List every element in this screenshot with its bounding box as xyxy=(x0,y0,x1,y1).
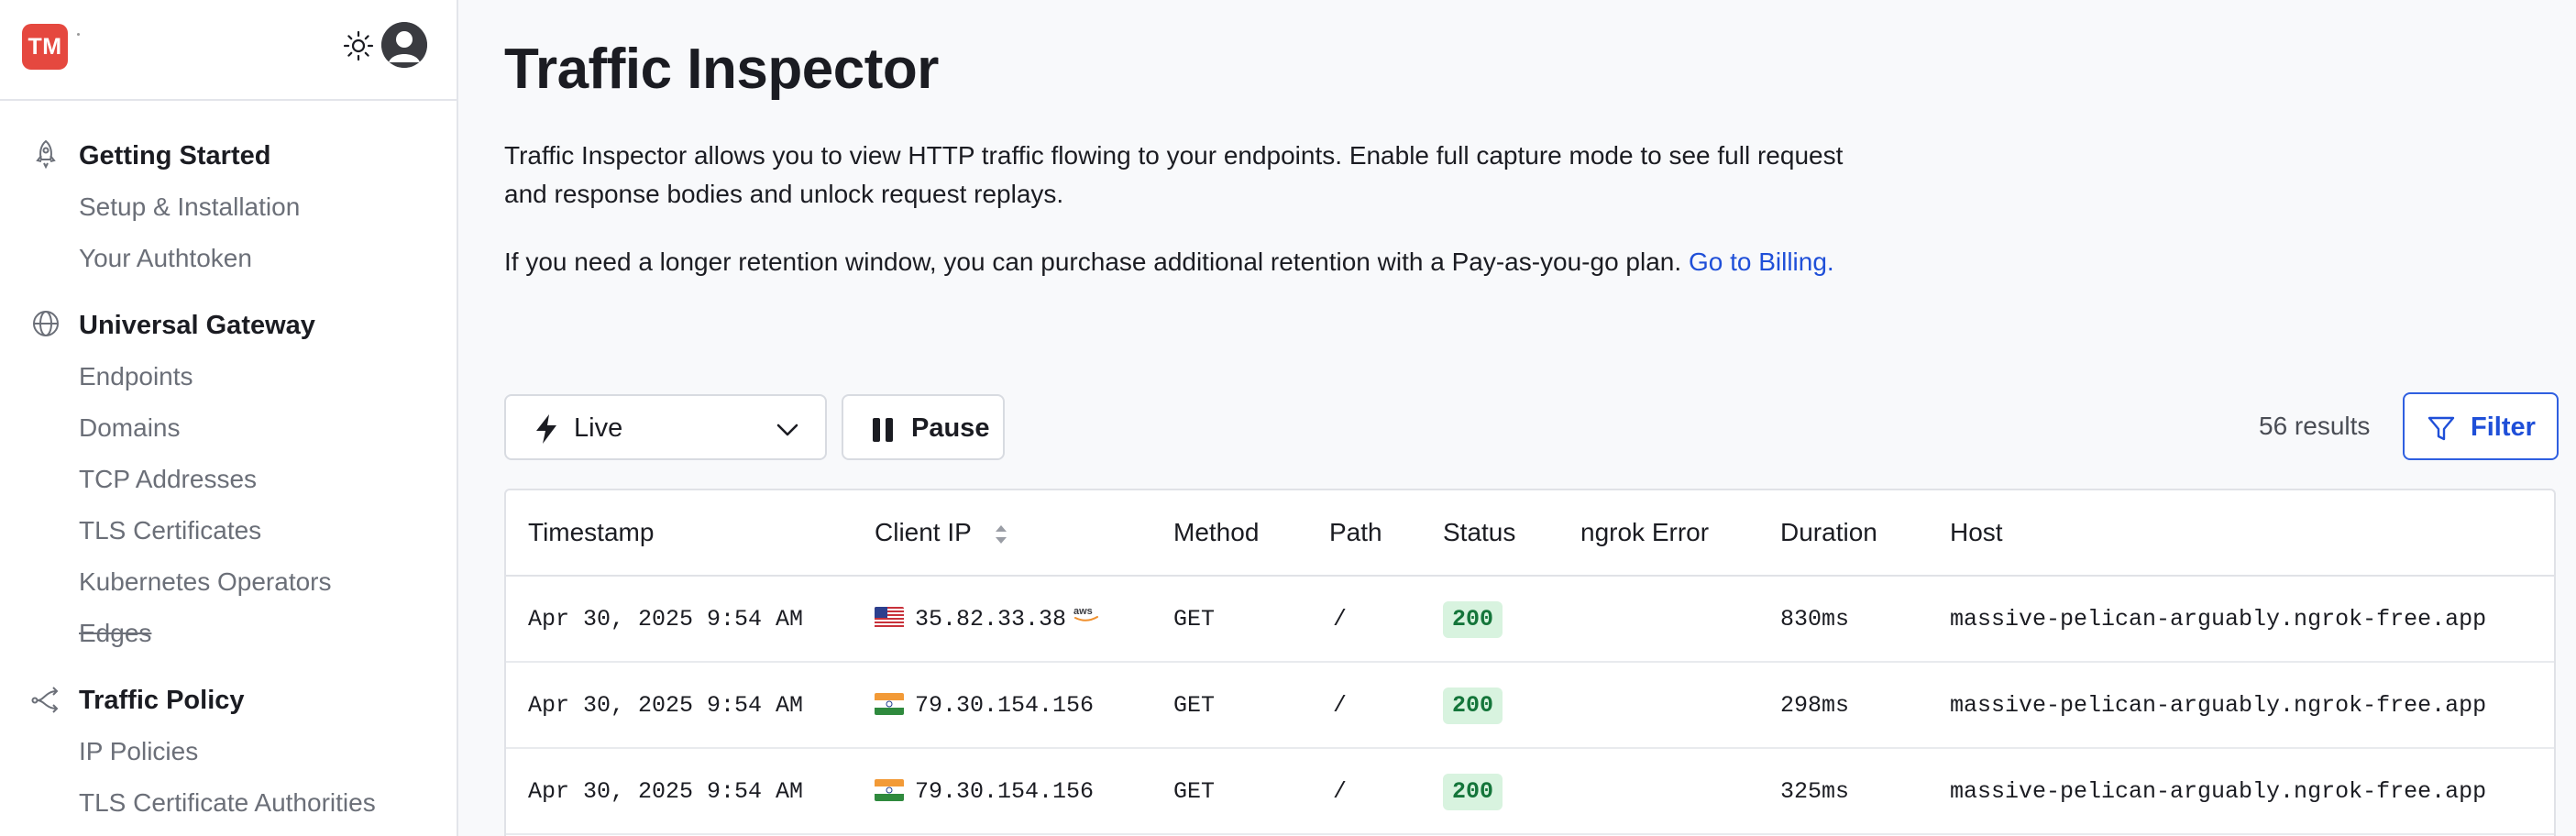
nav-group-getting-started[interactable]: Getting Started xyxy=(79,141,270,171)
logo-dot xyxy=(77,33,80,36)
table-row[interactable]: Apr 30, 2025 9:54 AM 79.30.154.156 GET /… xyxy=(506,663,2554,749)
svg-text:aws: aws xyxy=(1073,606,1093,617)
col-client-ip[interactable]: Client IP xyxy=(875,518,972,547)
cell-host: massive-pelican-arguably.ngrok-free.app xyxy=(1950,606,2487,632)
retention-text: If you need a longer retention window, y… xyxy=(504,248,1682,276)
cell-host: massive-pelican-arguably.ngrok-free.app xyxy=(1950,692,2487,719)
cell-method: GET xyxy=(1173,778,1216,805)
nav-item-authtoken[interactable]: Your Authtoken xyxy=(79,244,252,273)
nav-group-universal-gateway[interactable]: Universal Gateway xyxy=(79,311,315,341)
status-badge: 200 xyxy=(1443,774,1503,810)
cell-duration: 298ms xyxy=(1780,692,1850,719)
nav-item-tls-certificate-authorities[interactable]: TLS Certificate Authorities xyxy=(79,788,376,818)
col-duration[interactable]: Duration xyxy=(1780,518,1877,547)
us-flag-icon xyxy=(875,607,904,629)
filter-label: Filter xyxy=(2471,412,2536,442)
lightning-icon xyxy=(536,414,556,444)
capture-mode-label: Live xyxy=(574,413,623,443)
nav-item-kubernetes-operators[interactable]: Kubernetes Operators xyxy=(79,567,332,597)
account-logo[interactable]: TM xyxy=(22,24,68,70)
in-flag-icon xyxy=(875,779,904,801)
page-title: Traffic Inspector xyxy=(504,38,939,101)
cell-path: / xyxy=(1333,606,1348,632)
pause-label: Pause xyxy=(911,413,990,443)
col-ngrok-error[interactable]: ngrok Error xyxy=(1580,518,1709,547)
traffic-policy-icon xyxy=(31,687,59,713)
col-status[interactable]: Status xyxy=(1443,518,1515,547)
table-header: Timestamp Client IP Method Path Status n… xyxy=(506,490,2554,577)
sun-icon[interactable] xyxy=(342,29,375,62)
filter-button[interactable]: Filter xyxy=(2403,392,2559,460)
cell-duration: 830ms xyxy=(1780,606,1850,632)
page-description: Traffic Inspector allows you to view HTT… xyxy=(504,141,1844,208)
table-row[interactable]: Apr 30, 2025 9:54 AM 79.30.154.156 GET /… xyxy=(506,749,2554,835)
nav-item-domains[interactable]: Domains xyxy=(79,413,180,443)
sidebar-header: TM xyxy=(0,0,457,101)
nav-item-setup-installation[interactable]: Setup & Installation xyxy=(79,192,300,222)
user-avatar[interactable] xyxy=(381,22,427,68)
pause-button[interactable]: Pause xyxy=(842,394,1005,460)
cell-timestamp: Apr 30, 2025 9:54 AM xyxy=(528,692,804,719)
results-count: 56 results xyxy=(2259,412,2371,440)
cell-timestamp: Apr 30, 2025 9:54 AM xyxy=(528,778,804,805)
nav-item-ip-policies[interactable]: IP Policies xyxy=(79,737,198,766)
main-content: Traffic Inspector Traffic Inspector allo… xyxy=(504,0,2576,836)
nav-item-tcp-addresses[interactable]: TCP Addresses xyxy=(79,465,257,494)
col-host[interactable]: Host xyxy=(1950,518,2003,547)
rocket-icon xyxy=(36,139,56,170)
cell-host: massive-pelican-arguably.ngrok-free.app xyxy=(1950,778,2487,805)
cell-method: GET xyxy=(1173,692,1216,719)
pause-icon xyxy=(873,418,893,442)
chevron-down-icon xyxy=(776,424,798,436)
cell-method: GET xyxy=(1173,606,1216,632)
status-badge: 200 xyxy=(1443,601,1503,638)
status-badge: 200 xyxy=(1443,688,1503,724)
nav-item-edges[interactable]: Edges xyxy=(79,619,151,648)
nav-item-endpoints[interactable]: Endpoints xyxy=(79,362,193,391)
col-timestamp[interactable]: Timestamp xyxy=(528,518,654,547)
col-method[interactable]: Method xyxy=(1173,518,1259,547)
globe-icon xyxy=(33,311,59,336)
filter-icon xyxy=(2427,416,2455,441)
cell-client-ip: 79.30.154.156 xyxy=(915,692,1095,719)
nav-group-traffic-policy[interactable]: Traffic Policy xyxy=(79,686,245,716)
traffic-table: Timestamp Client IP Method Path Status n… xyxy=(504,489,2556,836)
cell-timestamp: Apr 30, 2025 9:54 AM xyxy=(528,606,804,632)
retention-note: If you need a longer retention window, y… xyxy=(504,243,1852,281)
col-path[interactable]: Path xyxy=(1329,518,1382,547)
in-flag-icon xyxy=(875,693,904,715)
cell-duration: 325ms xyxy=(1780,778,1850,805)
sort-icon[interactable] xyxy=(992,521,1010,548)
capture-mode-select[interactable]: Live xyxy=(504,394,827,460)
billing-link[interactable]: Go to Billing. xyxy=(1689,248,1834,276)
table-row[interactable]: Apr 30, 2025 9:54 AM 35.82.33.38 aws GET… xyxy=(506,577,2554,663)
aws-icon: aws xyxy=(1073,606,1098,622)
cell-client-ip: 35.82.33.38 xyxy=(915,606,1067,632)
sidebar: TM Getting Started Setup & Installation … xyxy=(0,0,458,836)
cell-client-ip: 79.30.154.156 xyxy=(915,778,1095,805)
nav-item-tls-certificates[interactable]: TLS Certificates xyxy=(79,516,261,545)
cell-path: / xyxy=(1333,692,1348,719)
cell-path: / xyxy=(1333,778,1348,805)
